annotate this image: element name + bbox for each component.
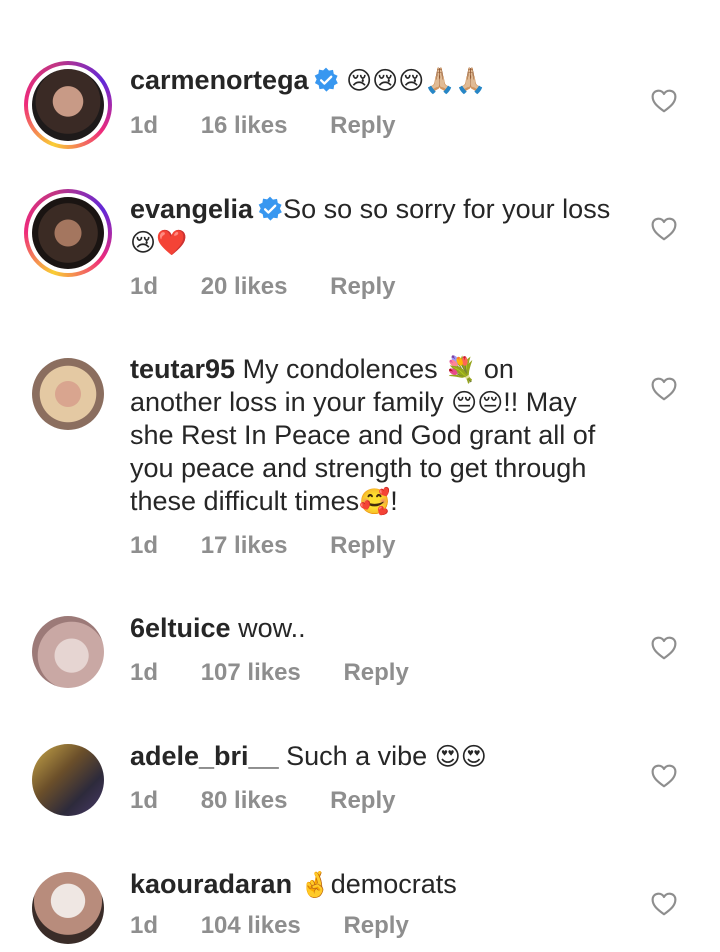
comment-emoji: 😢❤️ <box>130 228 188 257</box>
username[interactable]: kaouradaran <box>130 869 292 899</box>
username[interactable]: 6eltuice <box>130 613 231 643</box>
timestamp: 1d <box>130 273 159 300</box>
username[interactable]: evangelia <box>130 194 253 224</box>
avatar[interactable] <box>32 872 104 944</box>
comment-meta: 1d 17 likes Reply <box>130 532 431 560</box>
timestamp: 1d <box>130 659 159 686</box>
comment-body: !! May <box>503 387 577 417</box>
avatar-container[interactable] <box>24 608 112 696</box>
comment-meta: 1d 20 likes Reply <box>130 273 431 301</box>
comment-text: teutar95 My condolences 💐 on another los… <box>130 353 630 518</box>
reply-button[interactable]: Reply <box>343 659 408 686</box>
heart-outline-icon[interactable] <box>651 89 677 113</box>
comment-emoji: 💐 <box>445 355 477 384</box>
comment-text: adele_bri__ Such a vibe 😍😍 <box>130 740 630 773</box>
comment-text: 6eltuice wow.. <box>130 612 630 645</box>
heart-outline-icon[interactable] <box>651 764 677 788</box>
avatar[interactable] <box>32 358 104 430</box>
comment-body: these difficult times <box>130 486 360 516</box>
heart-outline-icon[interactable] <box>651 217 677 241</box>
comment-body: on <box>483 354 514 384</box>
heart-outline-icon[interactable] <box>651 892 677 916</box>
comment-meta: 1d 104 likes Reply <box>130 912 445 940</box>
comment-text: kaouradaran 🤞democrats <box>130 868 630 901</box>
reply-button[interactable]: Reply <box>330 532 395 559</box>
comment-body: wow.. <box>238 613 306 643</box>
likes-count[interactable]: 17 likes <box>201 532 288 559</box>
likes-count[interactable]: 80 likes <box>201 787 288 814</box>
comment-meta: 1d 107 likes Reply <box>130 659 445 687</box>
reply-button[interactable]: Reply <box>330 112 395 139</box>
verified-badge-icon <box>313 67 339 93</box>
story-ring[interactable] <box>24 61 112 149</box>
timestamp: 1d <box>130 912 159 939</box>
likes-count[interactable]: 16 likes <box>201 112 288 139</box>
avatar[interactable] <box>32 197 104 269</box>
username[interactable]: carmenortega <box>130 65 309 95</box>
comment-body: ! <box>390 486 398 516</box>
reply-button[interactable]: Reply <box>343 912 408 939</box>
avatar[interactable] <box>32 69 104 141</box>
story-ring[interactable] <box>24 189 112 277</box>
timestamp: 1d <box>130 532 159 559</box>
comment-body: So so so sorry for your loss <box>283 194 611 224</box>
avatar-container[interactable] <box>24 864 112 952</box>
comment-meta: 1d 80 likes Reply <box>130 787 431 815</box>
username[interactable]: teutar95 <box>130 354 235 384</box>
avatar-container[interactable] <box>24 350 112 438</box>
comment-emoji: 🥰 <box>359 487 391 516</box>
timestamp: 1d <box>130 112 159 139</box>
comment-emoji: 🤞 <box>299 870 331 899</box>
avatar[interactable] <box>32 616 104 688</box>
comment-body: My condolences <box>242 354 438 384</box>
heart-outline-icon[interactable] <box>651 377 677 401</box>
heart-outline-icon[interactable] <box>651 636 677 660</box>
comment-meta: 1d 16 likes Reply <box>130 112 431 140</box>
username[interactable]: adele_bri__ <box>130 741 279 771</box>
timestamp: 1d <box>130 787 159 814</box>
comment-emoji: 😢😢😢🙏🏼🙏🏼 <box>346 66 487 95</box>
likes-count[interactable]: 107 likes <box>201 659 301 686</box>
verified-badge-icon <box>257 196 283 222</box>
comment-text: evangelia So so so sorry for your loss 😢❤… <box>130 193 630 259</box>
likes-count[interactable]: 20 likes <box>201 273 288 300</box>
comment-emoji: 😔😔 <box>451 388 504 417</box>
avatar-container[interactable] <box>24 736 112 824</box>
reply-button[interactable]: Reply <box>330 787 395 814</box>
comment-body: she Rest In Peace and God grant all of <box>130 420 596 450</box>
comment-text: carmenortega 😢😢😢🙏🏼🙏🏼 <box>130 64 630 97</box>
comment-body: another loss in your family <box>130 387 444 417</box>
comment-body: Such a vibe <box>286 741 428 771</box>
reply-button[interactable]: Reply <box>330 273 395 300</box>
comment-emoji: 😍😍 <box>434 742 487 771</box>
avatar[interactable] <box>32 744 104 816</box>
likes-count[interactable]: 104 likes <box>201 912 301 939</box>
comment-body: democrats <box>330 869 457 899</box>
comment-body: you peace and strength to get through <box>130 453 587 483</box>
